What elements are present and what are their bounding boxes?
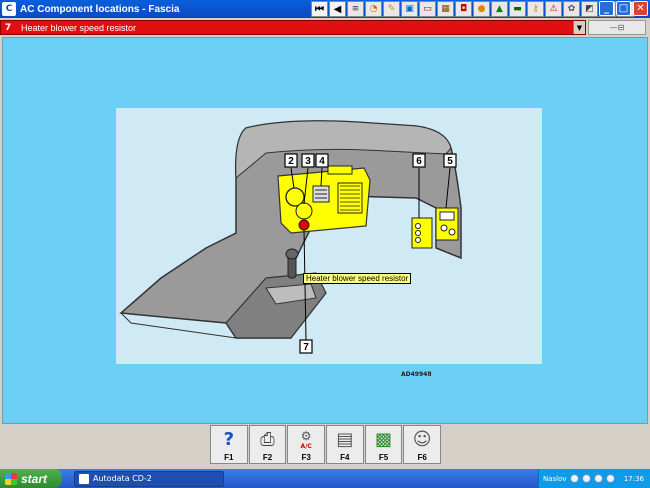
list-icon: —⊟ [609,23,625,32]
tray-label: Naslov [543,474,567,483]
f5-button[interactable]: ▩ F5 [364,425,403,464]
component-label: Heater blower speed resistor [21,22,137,33]
ac-tag: A/C [300,442,312,450]
engine-icon[interactable]: ▣ [401,1,418,17]
chevron-down-icon[interactable]: ▼ [573,21,585,34]
gauge-icon[interactable]: ◔ [365,1,382,17]
fan-icon[interactable]: ✿ [563,1,580,17]
f3-button[interactable]: ⚙ A/C F3 [287,425,326,464]
f4-button[interactable]: ▤ F4 [326,425,364,464]
window-title: AC Component locations - Fascia [20,3,180,15]
app-icon [79,473,89,484]
windows-logo-icon [5,472,17,485]
callout-label-2: 2 [284,153,298,168]
minimize-button[interactable]: _ [599,1,614,16]
taskbar-item-autodata[interactable]: Autodata CD-2 [74,470,224,487]
window-controls: _ □ ✕ [599,1,648,16]
f2-button[interactable]: ⎙ F2 [248,425,287,464]
document-icon: ▤ [336,428,354,450]
svg-text:4: 4 [319,156,325,167]
svg-text:7: 7 [303,342,309,353]
bulb-icon[interactable]: ● [473,1,490,17]
text-icon[interactable]: ≡ [347,1,364,17]
battery-icon[interactable]: ▭ [419,1,436,17]
component-select[interactable]: 7 Heater blower speed resistor ▼ [0,20,586,35]
taskbar: start Autodata CD-2 Naslov 17:36 [0,469,650,488]
maximize-button[interactable]: □ [616,1,631,16]
box-icon[interactable]: ◩ [581,1,598,17]
callout-label-4: 4 [315,153,329,168]
tools-icon[interactable]: ▬ [509,1,526,17]
callout-label-3: 3 [301,153,315,168]
people-icon: ☺ [412,428,432,450]
fascia-diagram: 2 3 4 6 5 7 [116,108,542,364]
system-tray: Naslov 17:36 [538,469,650,488]
chevron-left-icon[interactable] [569,474,579,483]
volume-icon[interactable] [593,474,603,483]
function-key-bar: ? F1 ⎙ F2 ⚙ A/C F3 ▤ F4 ▩ F5 ☺ F6 [210,425,442,464]
security-icon[interactable] [605,474,615,483]
fascia-drawing: 2 3 4 6 5 7 [119,120,462,354]
toolbar: ⏮ ◀ ≡ ◔ ✎ ▣ ▭ ▦ ◘ ● ▲ ▬ ⚷ ⚠ ✿ ◩ ⚙ ✐ [311,1,634,17]
callout-label-6: 6 [412,153,426,168]
f1-button[interactable]: ? F1 [210,425,248,464]
network-icon[interactable] [581,474,591,483]
title-bar: C AC Component locations - Fascia ⏮ ◀ ≡ … [0,0,650,18]
wrench-icon[interactable]: ✎ [383,1,400,17]
content-area: 2 3 4 6 5 7 Heater blower speed resistor… [2,37,648,424]
callout-label-5: 5 [443,153,457,168]
clock: 17:36 [623,474,644,483]
circuit-icon: ▩ [375,428,393,450]
close-button[interactable]: ✕ [633,1,648,16]
component-number: 7 [4,22,12,33]
start-button[interactable]: start [0,469,62,488]
svg-text:5: 5 [447,156,453,167]
svg-text:2: 2 [288,156,294,167]
first-page-icon[interactable]: ⏮ [311,1,328,17]
f6-button[interactable]: ☺ F6 [403,425,442,464]
component-tooltip: Heater blower speed resistor [303,273,412,284]
prev-page-icon[interactable]: ◀ [329,1,346,17]
print-icon: ⎙ [260,428,275,450]
key-icon[interactable]: ⚷ [527,1,544,17]
car-icon[interactable]: ▲ [491,1,508,17]
relay-icon[interactable]: ◘ [455,1,472,17]
warning-icon[interactable]: ⚠ [545,1,562,17]
side-option-button[interactable]: —⊟ [588,20,646,35]
help-icon: ? [223,428,235,450]
app-icon: C [2,2,16,16]
svg-text:3: 3 [305,156,311,167]
ac-icon: ⚙ A/C [300,428,312,450]
chip-icon[interactable]: ▦ [437,1,454,17]
drawing-code: AD49948 [401,371,432,378]
svg-text:6: 6 [416,156,422,167]
callout-label-7: 7 [299,339,313,354]
